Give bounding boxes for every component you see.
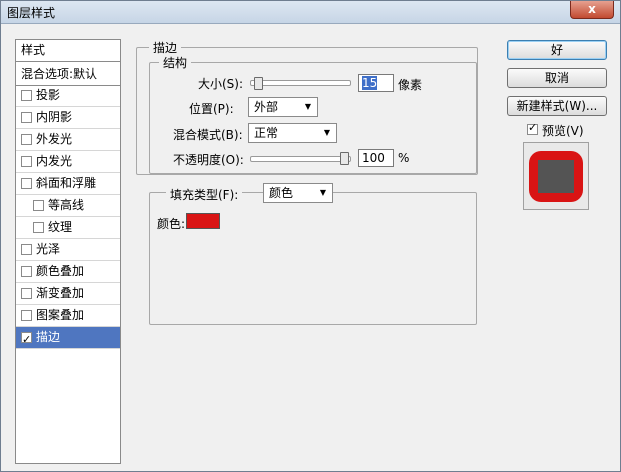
style-item-checkbox[interactable] [21,90,32,101]
blending-options-item[interactable]: 混合选项:默认 [16,64,120,86]
size-unit: 像素 [398,78,423,92]
structure-group-title: 结构 [159,54,192,71]
cancel-button-label: 取消 [544,71,569,85]
preview-label: 预览(V) [542,124,584,138]
style-item-checkbox[interactable] [21,244,32,255]
opacity-unit: % [398,151,410,165]
color-label: 颜色: [157,217,186,231]
position-value: 外部 [254,100,279,114]
style-item-checkbox[interactable] [21,112,32,123]
style-item[interactable]: 外发光 [16,129,120,151]
preview-fill [538,160,574,193]
opacity-slider-thumb[interactable] [340,152,349,165]
size-slider-track[interactable] [250,80,351,86]
style-item-checkbox[interactable] [21,178,32,189]
style-item-checkbox[interactable] [21,288,32,299]
style-item[interactable]: 光泽 [16,239,120,261]
style-item-checkbox[interactable] [21,266,32,277]
styles-header-label: 样式 [21,43,46,57]
style-item[interactable]: 等高线 [16,195,120,217]
style-item-label: 等高线 [48,198,85,212]
style-item-label: 颜色叠加 [36,264,85,278]
style-item-label: 内阴影 [36,110,73,124]
style-item[interactable]: 投影 [16,85,120,107]
style-item-label: 投影 [36,88,61,102]
opacity-label: 不透明度(O): [173,153,244,167]
size-label: 大小(S): [198,77,244,91]
style-item-checkbox[interactable] [21,134,32,145]
style-item-label: 内发光 [36,154,73,168]
cancel-button[interactable]: 取消 [507,68,607,88]
style-item-label: 斜面和浮雕 [36,176,97,190]
style-item[interactable]: 渐变叠加 [16,283,120,305]
blend-mode-value: 正常 [254,126,279,140]
style-item[interactable]: 描边 [16,327,120,350]
style-item-label: 外发光 [36,132,73,146]
fill-type-value: 颜色 [269,186,294,200]
style-item[interactable]: 颜色叠加 [16,261,120,283]
title-bar[interactable]: 图层样式 x [1,1,620,24]
layer-style-dialog: 图层样式 x 样式 混合选项:默认 投影内阴影外发光内发光斜面和浮雕等高线纹理光… [0,0,621,472]
styles-list-header[interactable]: 样式 [16,40,120,62]
style-item-checkbox[interactable] [21,156,32,167]
position-label: 位置(P): [189,102,234,116]
new-style-button[interactable]: 新建样式(W)... [507,96,607,116]
preview-swatch-graphic [529,151,583,202]
style-item-label: 纹理 [48,220,73,234]
window-title: 图层样式 [7,6,56,20]
style-item-label: 图案叠加 [36,308,85,322]
ok-button[interactable]: 好 [507,40,607,60]
size-slider-thumb[interactable] [253,77,263,90]
style-item[interactable]: 图案叠加 [16,305,120,327]
fill-type-label: 填充类型(F): [166,186,243,203]
size-value: 15 [362,76,378,90]
fill-type-select[interactable]: 颜色 ▼ [263,183,333,203]
size-input[interactable]: 15 [358,74,394,92]
chevron-down-icon: ▼ [304,102,311,111]
style-item-checkbox[interactable] [21,310,32,321]
blend-mode-label: 混合模式(B): [173,128,243,142]
chevron-down-icon: ▼ [323,128,330,137]
opacity-value: 100 [362,151,385,165]
style-item-checkbox[interactable] [33,222,44,233]
chevron-down-icon: ▼ [319,188,326,197]
blend-mode-select[interactable]: 正常 ▼ [248,123,337,143]
style-item[interactable]: 内阴影 [16,107,120,129]
close-button[interactable]: x [570,1,614,19]
preview-checkbox[interactable] [527,121,538,135]
blending-options-label: 混合选项:默认 [21,67,98,81]
ok-button-label: 好 [550,43,563,57]
style-preview-thumbnail [523,142,589,210]
style-item-label: 描边 [36,330,61,344]
style-item-checkbox[interactable] [33,200,44,211]
style-item-label: 渐变叠加 [36,286,85,300]
style-item-checkbox[interactable] [21,329,32,350]
fill-group [149,192,477,325]
position-select[interactable]: 外部 ▼ [248,97,318,117]
opacity-slider-track[interactable] [250,156,351,162]
color-swatch[interactable] [186,213,220,229]
close-icon: x [588,2,596,16]
styles-list: 样式 混合选项:默认 投影内阴影外发光内发光斜面和浮雕等高线纹理光泽颜色叠加渐变… [15,39,121,464]
opacity-input[interactable]: 100 [358,149,394,167]
style-item-label: 光泽 [36,242,61,256]
style-item[interactable]: 斜面和浮雕 [16,173,120,195]
style-item[interactable]: 内发光 [16,151,120,173]
new-style-button-label: 新建样式(W)... [516,99,598,113]
style-item[interactable]: 纹理 [16,217,120,239]
